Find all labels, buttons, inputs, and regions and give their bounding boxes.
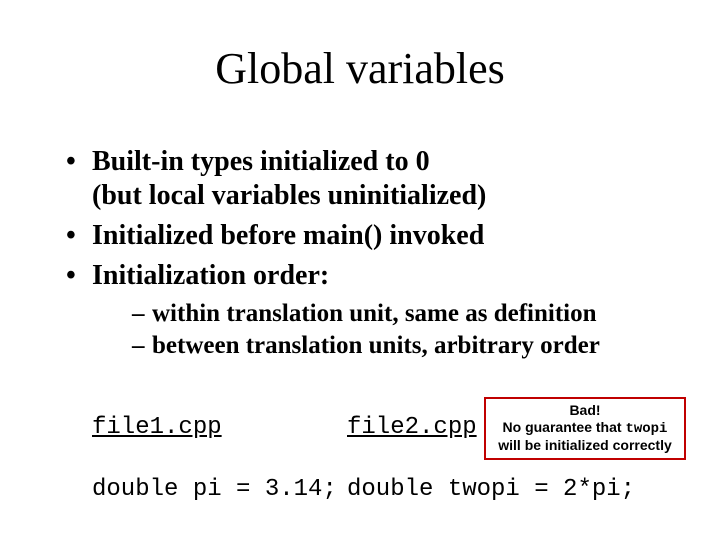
- bullet-3-text: Initialization order:: [92, 260, 329, 291]
- bullet-2: Initialized before main() invoked: [66, 219, 666, 253]
- warning-line2: No guarantee that twopi: [490, 419, 680, 438]
- file2-definition: double twopi = 2*pi;: [347, 476, 635, 503]
- bullet-1-line1: Built-in types initialized to 0: [92, 146, 430, 177]
- sub-bullet-2: between translation units, arbitrary ord…: [132, 330, 666, 363]
- bullet-list: Built-in types initialized to 0 (but loc…: [66, 145, 666, 363]
- warning-line2a: No guarantee that: [503, 419, 626, 435]
- bullet-1: Built-in types initialized to 0 (but loc…: [66, 145, 666, 213]
- sub-bullet-1: within translation unit, same as definit…: [132, 298, 666, 331]
- slide: Global variables Built-in types initiali…: [0, 0, 720, 540]
- sub-bullet-list: within translation unit, same as definit…: [92, 298, 666, 363]
- file2-label: file2.cpp: [347, 414, 477, 441]
- warning-line3: will be initialized correctly: [490, 437, 680, 454]
- warning-line1: Bad!: [490, 402, 680, 419]
- file1-definition: double pi = 3.14;: [92, 476, 337, 503]
- bullet-1-line2: (but local variables uninitialized): [92, 179, 666, 213]
- slide-body: Built-in types initialized to 0 (but loc…: [66, 145, 666, 369]
- file1-label: file1.cpp: [92, 414, 222, 441]
- warning-code-twopi: twopi: [625, 421, 667, 437]
- bullet-3: Initialization order: within translation…: [66, 259, 666, 362]
- warning-note: Bad! No guarantee that twopi will be ini…: [484, 397, 686, 460]
- slide-title: Global variables: [0, 43, 720, 94]
